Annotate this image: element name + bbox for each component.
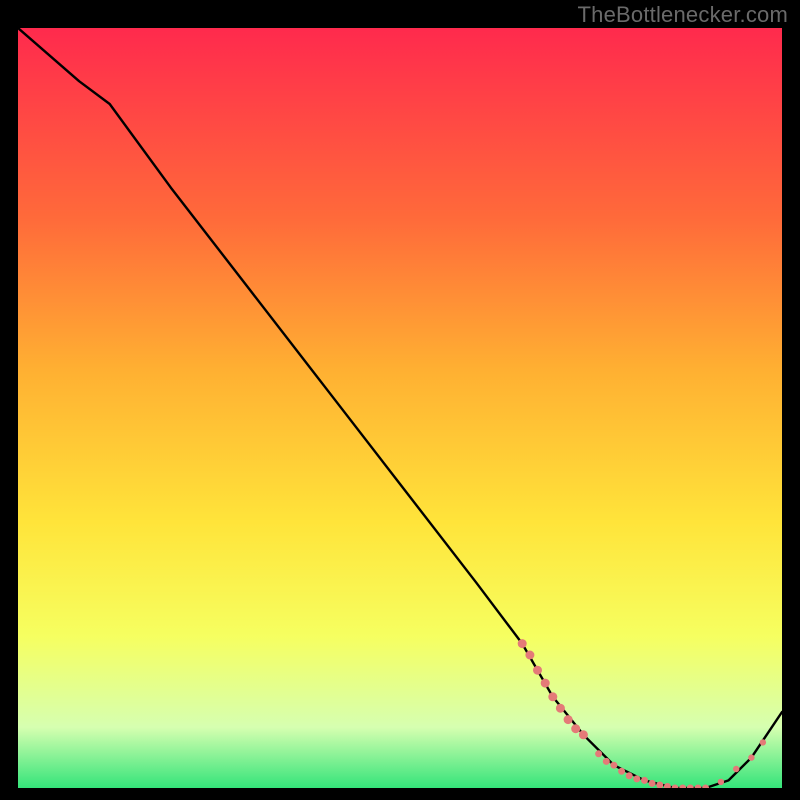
watermark-text: TheBottlenecker.com [578,2,788,28]
marker-dot [525,651,534,660]
marker-dot [618,768,625,775]
marker-dot [518,639,527,648]
marker-dot [633,775,640,782]
marker-dot [610,762,617,769]
marker-dot [571,724,580,733]
marker-dot [760,739,766,745]
marker-dot [603,758,610,765]
marker-dot [748,754,754,760]
plot-area [18,28,782,788]
marker-dot [564,715,573,724]
marker-dot [626,772,633,779]
marker-dot [718,779,724,785]
marker-dot [548,692,557,701]
marker-dot [595,750,602,757]
chart-svg [18,28,782,788]
marker-dot [533,666,542,675]
gradient-background [18,28,782,788]
marker-dot [579,730,588,739]
marker-dot [541,679,550,688]
marker-dot [649,780,656,787]
chart-stage: TheBottlenecker.com [0,0,800,800]
marker-dot [733,766,739,772]
marker-dot [556,704,565,713]
marker-dot [641,777,648,784]
